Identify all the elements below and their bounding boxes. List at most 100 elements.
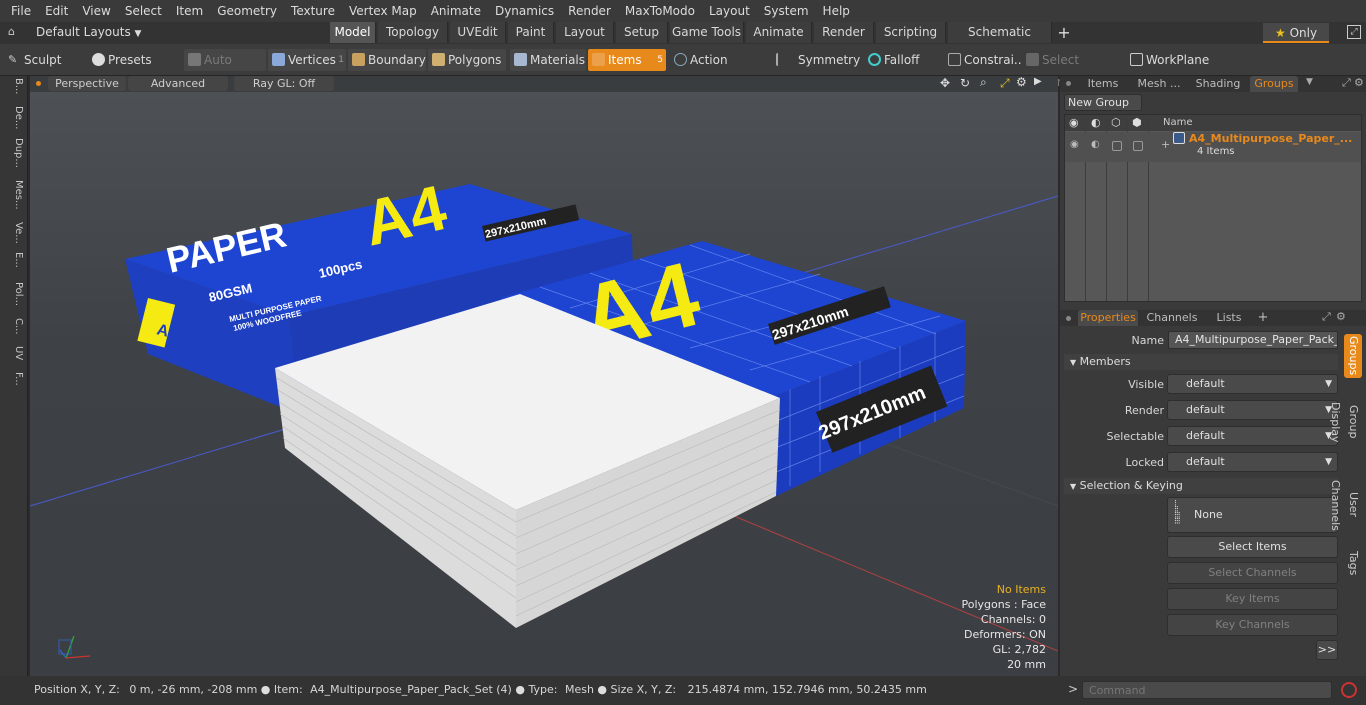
only-button[interactable]: ★ Only xyxy=(1263,23,1329,43)
side-tab-tags[interactable]: Tags xyxy=(1344,548,1362,578)
group-row[interactable]: ◉ ◐ + A4_Multipurpose_Paper_... 4 Items xyxy=(1065,132,1361,162)
add-tab-button[interactable]: + xyxy=(1056,22,1072,43)
members-header[interactable]: ▼ Members xyxy=(1064,354,1338,370)
tab-uvedit[interactable]: UVEdit xyxy=(450,22,506,43)
sculpt-button[interactable]: ✎ Sculpt xyxy=(4,49,86,71)
prop-dropdown[interactable]: default ▼ xyxy=(1167,426,1338,446)
row-render-icon[interactable]: ◐ xyxy=(1091,139,1100,150)
materials-button[interactable]: Materials xyxy=(510,49,586,71)
select-items-button[interactable]: Select Items xyxy=(1167,536,1338,558)
panel-settings-icon[interactable]: ⚙ xyxy=(1336,310,1346,323)
tab-setup[interactable]: Setup xyxy=(616,22,668,43)
menu-item-dynamics[interactable]: Dynamics xyxy=(488,0,561,22)
tab-lists[interactable]: Lists xyxy=(1206,310,1252,326)
key-channels-button[interactable]: Key Channels xyxy=(1167,614,1338,636)
more-button[interactable]: >> xyxy=(1316,640,1338,660)
workplane-button[interactable]: WorkPlane xyxy=(1126,49,1210,71)
presets-button[interactable]: Presets xyxy=(88,49,172,71)
tab-channels[interactable]: Channels xyxy=(1144,310,1200,326)
select-through-button[interactable]: Select Through xyxy=(1022,49,1122,89)
tab-groups[interactable]: Groups xyxy=(1250,76,1298,92)
left-strip-tab[interactable]: Ve... xyxy=(4,222,24,244)
menu-item-file[interactable]: File xyxy=(4,0,38,22)
menu-item-layout[interactable]: Layout xyxy=(702,0,757,22)
tab-topology[interactable]: Topology xyxy=(378,22,448,43)
select-icon[interactable]: ⬢ xyxy=(1132,116,1142,129)
row-lock-box[interactable] xyxy=(1112,141,1122,151)
eye-icon[interactable]: ◉ xyxy=(1069,116,1079,129)
left-strip-tab[interactable]: Pol... xyxy=(4,282,24,306)
falloff-label: Falloff xyxy=(884,53,920,67)
tab-properties[interactable]: Properties xyxy=(1078,310,1138,326)
left-strip-tab[interactable]: De... xyxy=(4,106,24,129)
auto-select-button[interactable]: Auto Select xyxy=(184,49,266,89)
falloff-button[interactable]: Falloff xyxy=(864,49,940,71)
home-icon[interactable]: ⌂ xyxy=(8,26,20,38)
tab-animate[interactable]: Animate xyxy=(746,22,812,43)
prop-dropdown[interactable]: default ▼ xyxy=(1167,400,1338,420)
side-tab-user-channels[interactable]: User Channels xyxy=(1329,466,1362,544)
tab-mesh[interactable]: Mesh ... xyxy=(1130,76,1188,92)
menu-item-view[interactable]: View xyxy=(75,0,117,22)
prop-dropdown[interactable]: default ▼ xyxy=(1167,374,1338,394)
none-button[interactable]: ⁝ ⁝⁝ ⁝⁝⁝ ⁝⁝⁝ None xyxy=(1167,497,1338,533)
new-group-button[interactable]: New Group xyxy=(1064,94,1142,111)
tab-schematic-fusion[interactable]: Schematic Fusion xyxy=(948,22,1052,60)
lock-icon[interactable]: ⬡ xyxy=(1111,116,1121,129)
command-input[interactable] xyxy=(1082,681,1332,699)
selection-keying-header[interactable]: ▼ Selection & Keying xyxy=(1064,478,1338,494)
menu-item-select[interactable]: Select xyxy=(118,0,169,22)
tab-paint[interactable]: Paint xyxy=(508,22,554,43)
side-tab-groups[interactable]: Groups xyxy=(1344,334,1362,378)
select-channels-button[interactable]: Select Channels xyxy=(1167,562,1338,584)
menu-item-item[interactable]: Item xyxy=(169,0,210,22)
name-field[interactable]: A4_Multipurpose_Paper_Pack_Se xyxy=(1168,331,1338,349)
tab-scripting[interactable]: Scripting xyxy=(876,22,946,43)
menu-item-render[interactable]: Render xyxy=(561,0,618,22)
menu-item-animate[interactable]: Animate xyxy=(424,0,488,22)
menu-item-system[interactable]: System xyxy=(757,0,816,22)
menu-item-geometry[interactable]: Geometry xyxy=(210,0,284,22)
left-strip-tab[interactable]: Mes... xyxy=(4,180,24,210)
expand-plus-icon[interactable]: + xyxy=(1161,138,1170,151)
add-properties-tab[interactable]: + xyxy=(1256,310,1270,326)
maximize-icon[interactable]: ⤢ xyxy=(1347,25,1361,39)
render-icon[interactable]: ◐ xyxy=(1091,116,1101,129)
row-select-box[interactable] xyxy=(1133,141,1143,151)
menu-item-texture[interactable]: Texture xyxy=(284,0,342,22)
polygons-button[interactable]: Polygons xyxy=(428,49,506,71)
tab-items[interactable]: Items xyxy=(1080,76,1126,92)
key-items-button[interactable]: Key Items xyxy=(1167,588,1338,610)
left-strip-tab[interactable]: E... xyxy=(4,252,24,268)
left-strip-tab[interactable]: F... xyxy=(4,372,24,386)
vertices-button[interactable]: Vertices 1 xyxy=(268,49,346,71)
left-strip-tab[interactable]: C... xyxy=(4,318,24,335)
panel-expand-icon[interactable]: ⤢ xyxy=(1342,76,1351,90)
action-center-button[interactable]: Action Center xyxy=(670,49,766,89)
constrain-button[interactable]: Constrai... xyxy=(944,49,1025,71)
panel-expand-icon[interactable]: ⤢ xyxy=(1322,310,1331,324)
boundary-button[interactable]: Boundary xyxy=(348,49,426,71)
menu-item-edit[interactable]: Edit xyxy=(38,0,75,22)
tab-shading[interactable]: Shading xyxy=(1190,76,1246,92)
menu-item-help[interactable]: Help xyxy=(816,0,857,22)
tab-layout[interactable]: Layout xyxy=(556,22,614,43)
side-tab-group-display[interactable]: Group Display xyxy=(1329,384,1362,460)
left-strip-tab[interactable]: B... xyxy=(4,78,24,94)
items-button[interactable]: Items 5 xyxy=(588,49,666,71)
menu-item-vertex-map[interactable]: Vertex Map xyxy=(342,0,424,22)
left-strip-tab[interactable]: Dup... xyxy=(4,138,24,168)
row-eye-icon[interactable]: ◉ xyxy=(1070,139,1079,150)
left-strip-tab[interactable]: UV xyxy=(4,346,24,360)
tab-render[interactable]: Render xyxy=(814,22,874,43)
record-icon[interactable] xyxy=(1341,682,1357,698)
tab-game-tools[interactable]: Game Tools xyxy=(670,22,744,43)
viewport-3d[interactable]: Perspective Advanced Ray GL: Off ✥ ↻ ⌕ ⤢… xyxy=(30,76,1058,676)
prop-dropdown[interactable]: default ▼ xyxy=(1167,452,1338,472)
panel-settings-icon[interactable]: ⚙ xyxy=(1354,76,1364,89)
layout-selector[interactable]: Default Layouts ▼ xyxy=(36,22,141,43)
tab-model[interactable]: Model xyxy=(330,22,376,43)
panel-menu-icon[interactable]: ▼ xyxy=(1306,77,1313,87)
symmetry-button[interactable]: Symmetry xyxy=(772,49,860,71)
menu-item-maxtomodo[interactable]: MaxToModo xyxy=(618,0,702,22)
